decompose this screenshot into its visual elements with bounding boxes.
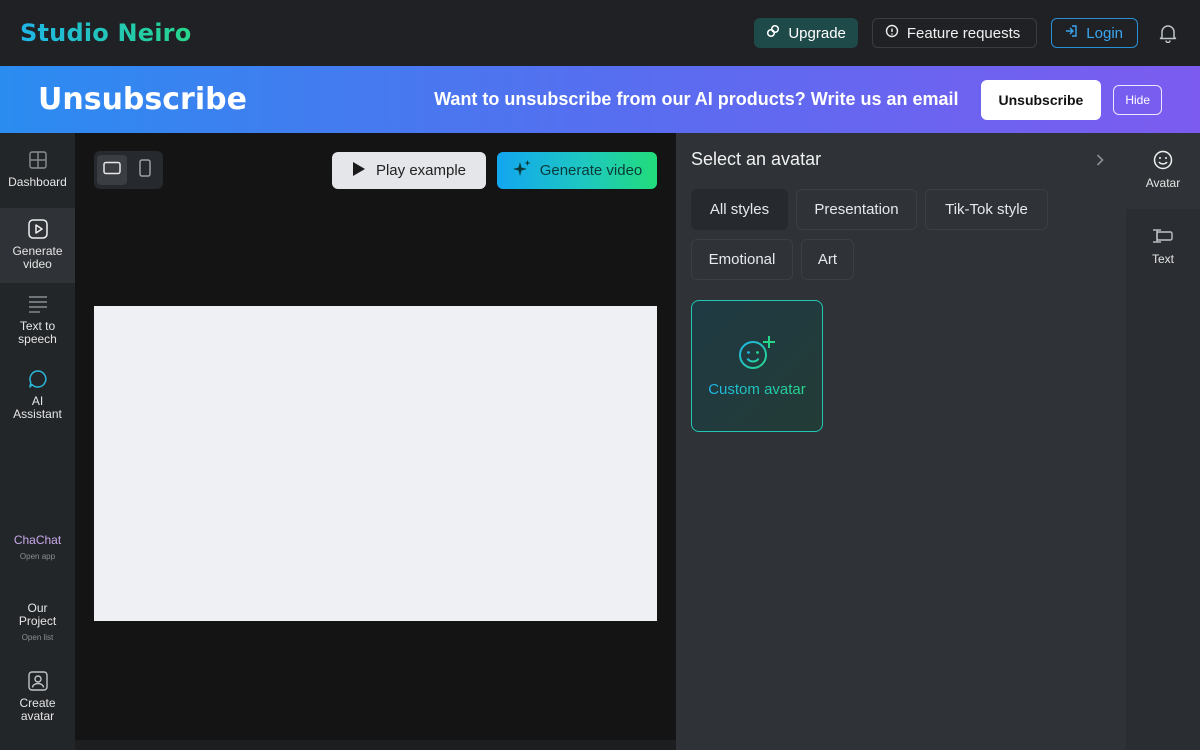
sidebar-item-text-to-speech[interactable]: Text to speech [0,293,75,351]
horizontal-scrollbar[interactable] [75,740,676,750]
message-icon [885,24,899,42]
hide-banner-button[interactable]: Hide [1113,84,1162,115]
chevron-right-icon[interactable] [1092,150,1108,170]
portrait-icon [139,158,151,182]
video-preview-canvas [94,306,657,621]
sidebar-item-label: AI Assistant [13,394,62,421]
style-chip-emotional[interactable]: Emotional [691,239,793,280]
custom-avatar-card[interactable]: Custom avatar [691,300,823,432]
login-button[interactable]: Login [1051,18,1138,48]
unsubscribe-button[interactable]: Unsubscribe [980,79,1102,120]
style-chip-art[interactable]: Art [801,239,854,280]
sidebar-item-ai-assistant[interactable]: AI Assistant [0,368,75,426]
feature-requests-label: Feature requests [906,24,1021,42]
style-chip-tik-tok[interactable]: Tik-Tok style [925,189,1048,230]
sidebar-item-create-avatar[interactable]: Create avatar [0,670,75,730]
video-editor: Play example Generate video [75,133,676,750]
landscape-option[interactable] [97,155,127,185]
play-example-button[interactable]: Play example [332,152,486,189]
text-lines-icon [27,293,49,315]
login-label: Login [1086,24,1123,42]
custom-avatar-label: Custom avatar [708,381,806,398]
chachat-sub: Open app [19,552,56,561]
our-project-label: Our Project [18,601,57,628]
top-header: Studio Neiro Upgrade Feature requests Lo… [0,0,1200,66]
panel-title: Select an avatar [691,149,822,169]
landscape-icon [103,161,121,180]
style-chip-all-styles[interactable]: All styles [691,189,788,230]
add-face-icon [737,334,777,375]
sidebar-item-generate-video[interactable]: Generate video [0,208,75,283]
rail-item-label: Avatar [1145,176,1181,190]
rail-item-avatar[interactable]: Avatar [1126,133,1200,209]
play-example-label: Play example [375,162,467,179]
banner-title: Unsubscribe [38,82,247,117]
upgrade-button[interactable]: Upgrade [754,18,858,48]
orientation-toggle [94,151,163,189]
text-cursor-icon [1152,225,1174,247]
portrait-option[interactable] [131,155,161,185]
play-icon [352,161,366,181]
sparkles-icon [512,159,532,183]
sidebar-item-label: Text to speech [18,319,57,346]
sparkle-link-icon [766,24,780,42]
rail-item-text[interactable]: Text [1126,225,1200,275]
app-logo[interactable]: Studio Neiro [20,19,191,47]
sidebar-item-chachat[interactable]: ChaChat Open app [0,534,75,570]
top-actions: Upgrade Feature requests Login [754,18,1180,48]
sidebar-item-label: Create avatar [19,696,56,723]
smiley-icon [1152,149,1174,171]
generate-video-label: Generate video [539,162,643,179]
sidebar-item-our-project[interactable]: Our Project Open list [0,602,75,646]
bell-icon[interactable] [1156,21,1180,45]
upgrade-label: Upgrade [788,24,846,42]
left-sidebar: Dashboard Generate video Text to speech … [0,133,75,750]
avatar-panel: Select an avatar All styles Presentation… [676,133,1126,750]
chachat-label: ChaChat [13,533,62,547]
our-project-sub: Open list [21,633,54,642]
style-chip-presentation[interactable]: Presentation [796,189,917,230]
user-square-icon [27,670,49,692]
chat-bubble-icon [27,368,49,390]
unsubscribe-banner: Unsubscribe Want to unsubscribe from our… [0,66,1200,133]
sidebar-item-label: Dashboard [8,175,67,189]
grid-icon [27,149,49,171]
login-icon [1064,24,1078,42]
generate-video-button[interactable]: Generate video [497,152,657,189]
sidebar-item-label: Generate video [12,244,63,271]
play-square-icon [27,218,49,240]
rail-item-label: Text [1151,252,1174,266]
banner-message: Want to unsubscribe from our AI products… [434,89,959,109]
feature-requests-button[interactable]: Feature requests [871,18,1038,48]
right-rail: Avatar Text [1126,133,1200,750]
sidebar-item-dashboard[interactable]: Dashboard [0,149,75,201]
